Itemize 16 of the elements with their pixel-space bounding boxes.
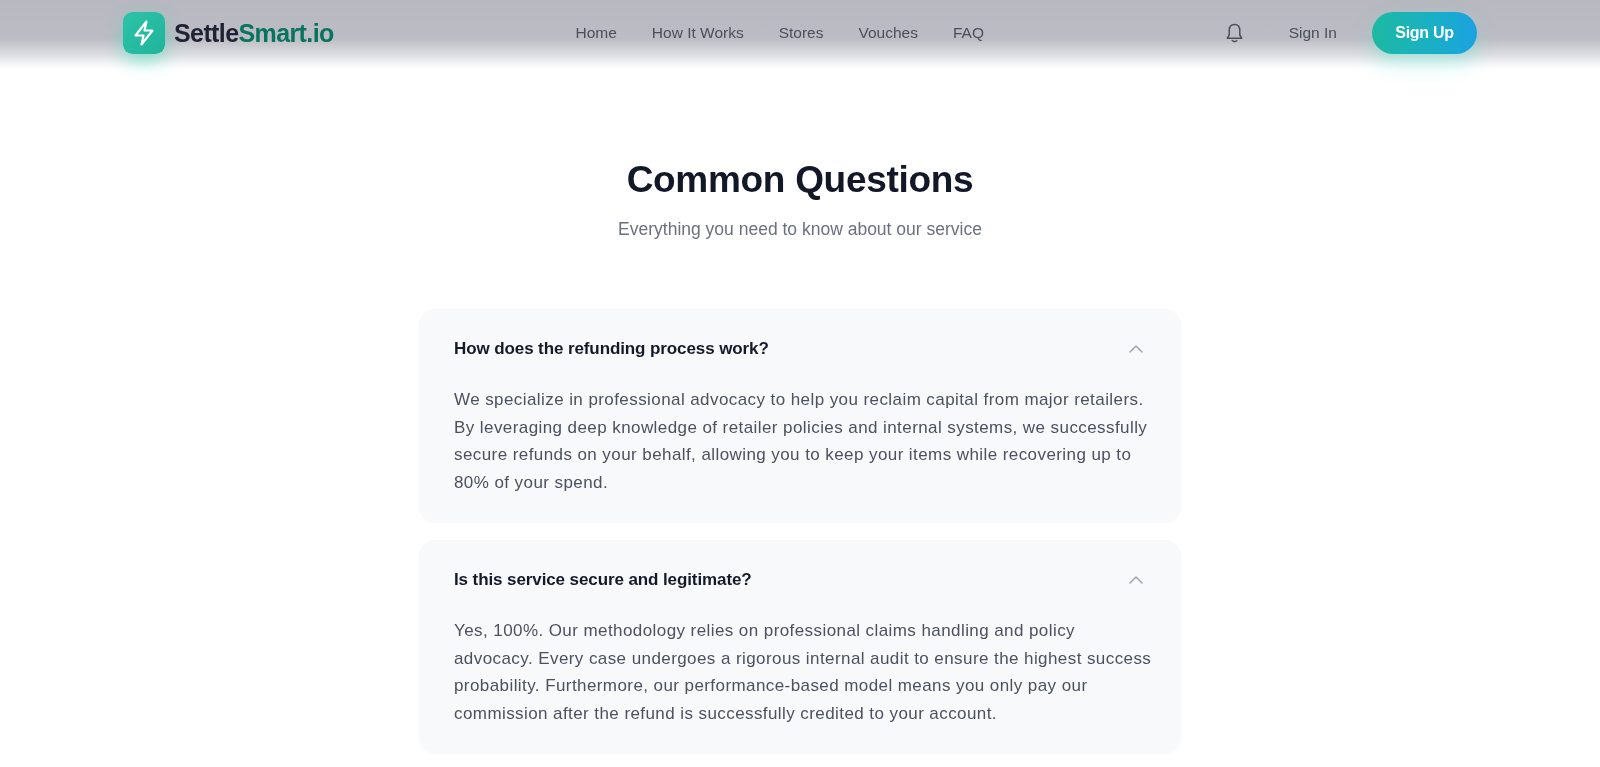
- sign-in-link[interactable]: Sign In: [1288, 23, 1337, 43]
- sign-up-button[interactable]: Sign Up: [1372, 12, 1477, 54]
- nav-link[interactable]: FAQ: [952, 23, 984, 43]
- nav-link[interactable]: Vouches: [858, 23, 918, 43]
- faq-question[interactable]: Is this service secure and legitimate?: [454, 569, 1155, 591]
- lightning-bolt-logo-icon: [123, 12, 165, 54]
- faq-question[interactable]: How does the refunding process work?: [454, 338, 1155, 360]
- section-heading: Common Questions: [626, 158, 974, 202]
- brand-name: SettleSmart.io: [174, 18, 334, 48]
- nav-link[interactable]: Stores: [778, 23, 824, 43]
- faq-answer: Yes, 100%. Our methodology relies on professional claims handling and policy advocacy. Every case undergoes a rigorous internal audit to ensure the highest success probability. Furthermore, our performance-based model means you only pay our commission after the refund is successfully credited to your account.: [454, 620, 1153, 725]
- nav-link[interactable]: Home: [575, 23, 617, 43]
- faq-answer: We specialize in professional advocacy to help you reclaim capital from major retailers. By leveraging deep knowledge of retailer policies and internal systems, we successfully secure refunds on your behalf, allowing you to keep your items while recovering up to 80% of your spend.: [454, 389, 1149, 494]
- nav-link[interactable]: How It Works: [651, 23, 744, 43]
- bell-icon[interactable]: [1225, 22, 1243, 44]
- section-subtitle: Everything you need to know about our service: [618, 218, 982, 241]
